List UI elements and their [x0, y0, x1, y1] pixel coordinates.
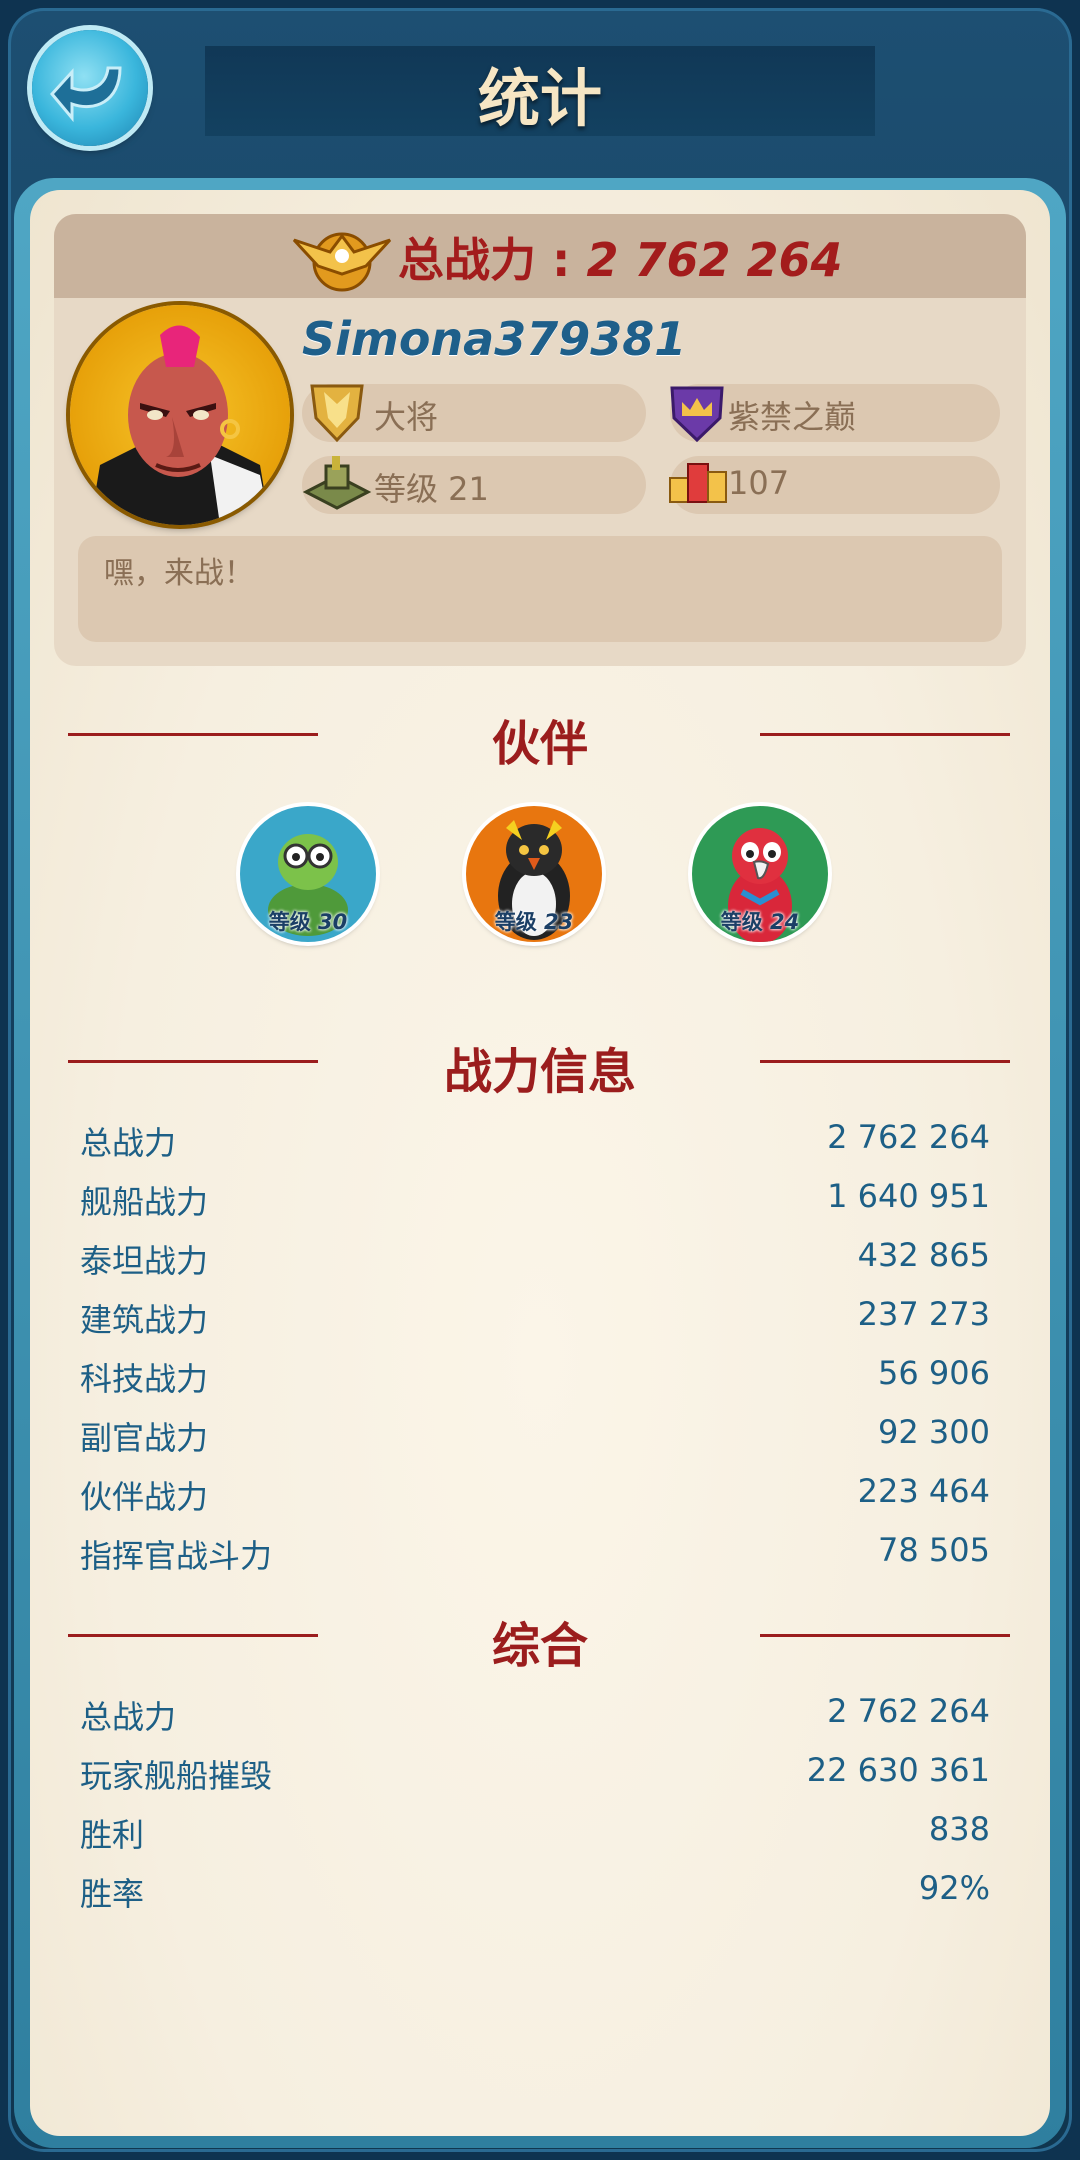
stat-value: 838	[928, 1810, 990, 1848]
stat-label: 科技战力	[80, 1360, 209, 1398]
stat-row: 伙伴战力 223 464	[80, 1472, 990, 1520]
partner-level: 等级 23	[494, 910, 574, 934]
stat-row: 指挥官战斗力 78 505	[80, 1531, 990, 1579]
stat-value: 2 762 264	[827, 1118, 990, 1156]
partner-parrot[interactable]: 等级 24	[692, 806, 828, 942]
stat-row: 胜利 838	[80, 1810, 990, 1858]
stat-label: 胜利	[80, 1816, 145, 1854]
stat-value: 78 505	[878, 1531, 990, 1569]
stat-label: 伙伴战力	[80, 1478, 209, 1516]
stat-row: 总战力 2 762 264	[80, 1692, 990, 1740]
page-title: 统计	[477, 62, 602, 135]
score-label: 107	[728, 464, 790, 502]
alliance-label: 紫禁之巅	[728, 398, 857, 436]
stat-row: 舰船战力 1 640 951	[80, 1177, 990, 1225]
partners-title: 伙伴	[491, 716, 588, 772]
total-power-value: 2 762 264	[586, 233, 843, 287]
combat-info-title: 战力信息	[443, 1044, 636, 1100]
partner-penguin[interactable]: 等级 23	[466, 806, 602, 942]
base-building-icon	[302, 456, 372, 510]
partner-level: 等级 24	[720, 910, 800, 934]
back-arrow-icon	[50, 66, 122, 123]
eagle-emblem-icon	[292, 232, 392, 292]
stat-value: 22 630 361	[806, 1751, 990, 1789]
stat-value: 92 300	[878, 1413, 990, 1451]
stat-value: 1 640 951	[827, 1177, 990, 1215]
rank-label: 大将	[374, 398, 439, 436]
motto-text: 嘿，来战！	[104, 556, 254, 591]
stat-value: 92%	[918, 1869, 990, 1907]
stat-value: 237 273	[857, 1295, 990, 1333]
crown-shield-icon	[670, 386, 724, 443]
stat-value: 432 865	[857, 1236, 990, 1274]
stat-row: 总战力 2 762 264	[80, 1118, 990, 1166]
podium-icon	[669, 463, 727, 503]
total-power-label: 总战力 :	[398, 233, 587, 287]
stat-label: 指挥官战斗力	[80, 1537, 273, 1575]
back-button[interactable]	[32, 30, 148, 146]
stat-value: 2 762 264	[827, 1692, 990, 1730]
stat-label: 建筑战力	[80, 1301, 209, 1339]
header: 统计	[0, 0, 1080, 180]
stat-row: 副官战力 92 300	[80, 1413, 990, 1461]
partner-level: 等级 30	[268, 910, 348, 934]
stat-label: 舰船战力	[80, 1183, 209, 1221]
avatar[interactable]	[70, 305, 290, 525]
summary-title: 综合	[491, 1618, 588, 1674]
username: Simona379381	[302, 312, 687, 366]
stat-value: 223 464	[857, 1472, 990, 1510]
commander-portrait-icon	[90, 325, 270, 525]
stat-row: 泰坦战力 432 865	[80, 1236, 990, 1284]
stat-label: 总战力	[80, 1698, 177, 1736]
stat-row: 胜率 92%	[80, 1869, 990, 1917]
partner-turtle[interactable]: 等级 30	[240, 806, 376, 942]
stat-label: 玩家舰船摧毁	[80, 1757, 273, 1795]
total-power: 总战力 : 2 762 264	[398, 224, 843, 288]
rank-badge-icon	[310, 384, 364, 443]
stat-row: 科技战力 56 906	[80, 1354, 990, 1402]
stat-row: 建筑战力 237 273	[80, 1295, 990, 1343]
stat-label: 总战力	[80, 1124, 177, 1162]
level-label: 等级 21	[374, 470, 489, 508]
stat-label: 泰坦战力	[80, 1242, 209, 1280]
stat-label: 胜率	[80, 1875, 145, 1913]
stat-label: 副官战力	[80, 1419, 209, 1457]
stat-row: 玩家舰船摧毁 22 630 361	[80, 1751, 990, 1799]
stat-value: 56 906	[878, 1354, 990, 1392]
